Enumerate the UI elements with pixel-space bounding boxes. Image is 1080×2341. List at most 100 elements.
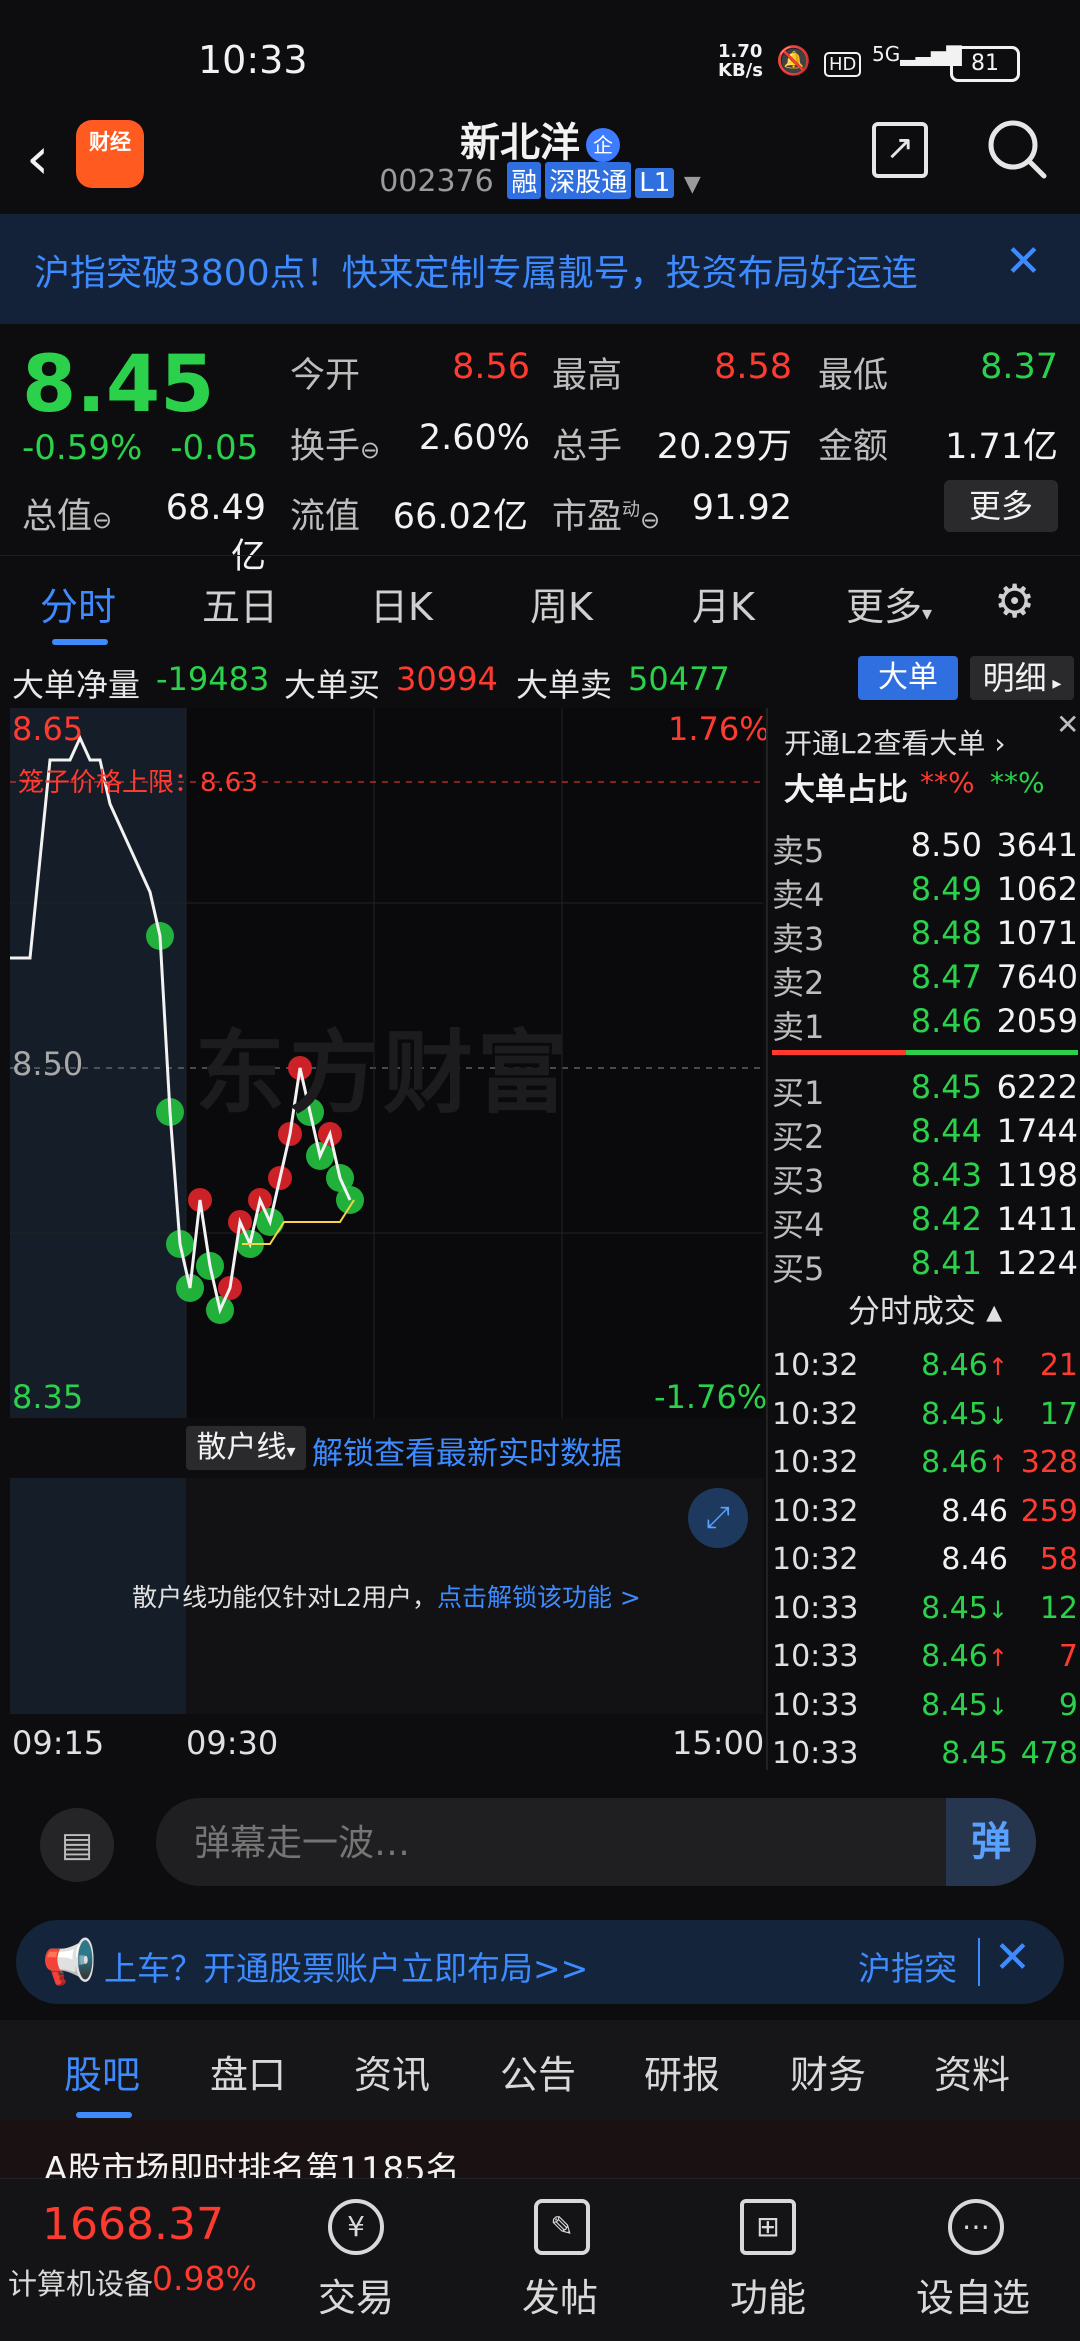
- promo-banner[interactable]: 沪指突破3800点！快来定制专属靓号，投资布局好运连 ✕: [0, 214, 1080, 324]
- y-label-bottom: 8.35: [12, 1378, 84, 1416]
- bid-row[interactable]: 买2 8.44 1744: [772, 1112, 1078, 1156]
- tab-financials[interactable]: 财务: [790, 2044, 866, 2099]
- ask-ratio-bar: [772, 1050, 906, 1055]
- post-icon[interactable]: ✎: [534, 2199, 590, 2255]
- tab-underline: [76, 2112, 132, 2118]
- tag-margin: 融: [507, 162, 542, 199]
- big-order-ratio-label: 大单占比: [784, 772, 908, 808]
- tick-row: 10:33 8.45↓ 12: [772, 1590, 1078, 1626]
- label-mktcap: 总值⊖: [22, 497, 113, 537]
- value-turnover: 2.60%: [418, 418, 530, 458]
- value-amount: 1.71亿: [945, 427, 1058, 467]
- chart-period-tabs: 分时 五日 日K 周K 月K 更多▾ ⚙: [0, 555, 1080, 651]
- bid-row[interactable]: 买5 8.41 1224: [772, 1244, 1078, 1288]
- bid-row[interactable]: 买3 8.43 1198: [772, 1156, 1078, 1200]
- value-high: 8.58: [714, 347, 792, 387]
- info-icon: ⊖: [92, 506, 113, 534]
- info-icon: ⊖: [360, 436, 381, 464]
- tick-row: 10:33 8.45↓ 9: [772, 1687, 1078, 1723]
- danmaku-input[interactable]: [192, 1814, 956, 1872]
- tag-level: L1: [635, 168, 675, 198]
- nav-add-watchlist[interactable]: 设自选: [916, 2267, 1030, 2322]
- tick-row: 10:32 8.45↓ 17: [772, 1396, 1078, 1432]
- tab-five-day[interactable]: 五日: [202, 576, 278, 631]
- tab-more[interactable]: 更多▾: [846, 576, 932, 631]
- bid-row[interactable]: 买1 8.45 6222: [772, 1068, 1078, 1112]
- tab-monthly-k[interactable]: 月K: [692, 576, 755, 631]
- apps-grid-icon[interactable]: ⊞: [740, 2199, 796, 2255]
- chevron-down-icon: ▼: [683, 172, 701, 197]
- info-icon: ⊖: [640, 506, 661, 534]
- caret-up-icon: ▴: [975, 1292, 1003, 1330]
- tab-research[interactable]: 研报: [644, 2044, 720, 2099]
- detail-button[interactable]: 明细 ▸: [970, 656, 1074, 700]
- nav-functions[interactable]: 功能: [730, 2267, 806, 2322]
- ask-row[interactable]: 卖4 8.49 1062: [772, 870, 1078, 914]
- gear-icon[interactable]: ⚙: [994, 574, 1035, 628]
- time-label-open: 09:30: [186, 1724, 279, 1762]
- value-float: 66.02亿: [392, 497, 528, 537]
- danmaku-settings-icon[interactable]: ▤: [40, 1808, 114, 1882]
- big-order-buy-ratio: **%: [920, 766, 975, 799]
- watermark: 东方财富: [195, 1021, 571, 1126]
- hd-icon: HD: [824, 52, 862, 77]
- tab-news[interactable]: 资讯: [354, 2044, 430, 2099]
- danmaku-send-button[interactable]: 弹: [946, 1798, 1036, 1886]
- price-cage-label: 笼子价格上限：8.63: [18, 768, 258, 798]
- ticks-title[interactable]: 分时成交 ▴: [768, 1286, 1080, 1332]
- time-label-close: 15:00: [672, 1724, 765, 1762]
- ask-row[interactable]: 卖1 8.46 2059: [772, 1002, 1078, 1046]
- search-icon[interactable]: [986, 118, 1048, 180]
- unlock-realtime-link[interactable]: 解锁查看最新实时数据: [312, 1428, 622, 1473]
- tab-market-depth[interactable]: 盘口: [210, 2044, 286, 2099]
- tab-daily-k[interactable]: 日K: [370, 576, 433, 631]
- more-dots-icon[interactable]: ⋯: [948, 2199, 1004, 2255]
- tick-row: 10:32 8.46↑ 328: [772, 1445, 1078, 1480]
- nav-post[interactable]: 发帖: [522, 2267, 598, 2322]
- ask-row[interactable]: 卖2 8.47 7640: [772, 958, 1078, 1002]
- l2-big-order-link[interactable]: 开通L2查看大单 ›: [784, 722, 1006, 762]
- tab-announcements[interactable]: 公告: [500, 2044, 576, 2099]
- status-bar: 10:33 1.70 KB/s 🔕 HD 5G▂▃▅▇ 81: [0, 0, 1080, 110]
- tab-intraday[interactable]: 分时: [40, 576, 116, 631]
- nav-trade[interactable]: 交易: [318, 2267, 394, 2322]
- account-ad-bar[interactable]: 📢 上车？开通股票账户立即布局>> 沪指突 ✕: [16, 1920, 1064, 2004]
- close-icon[interactable]: ✕: [994, 1932, 1031, 1983]
- ask-row[interactable]: 卖3 8.48 1071: [772, 914, 1078, 958]
- tab-profile[interactable]: 资料: [934, 2044, 1010, 2099]
- pct-label-top: 1.76%: [668, 710, 770, 748]
- retail-line-dropdown[interactable]: 散户线▾: [186, 1426, 306, 1470]
- close-icon[interactable]: ✕: [1056, 708, 1079, 741]
- label-pe: 市盈动⊖: [552, 497, 661, 537]
- tab-weekly-k[interactable]: 周K: [530, 576, 593, 631]
- pct-label-bottom: -1.76%: [654, 1378, 768, 1416]
- trade-icon[interactable]: ¥: [328, 2199, 384, 2255]
- label-open: 今开: [290, 356, 361, 396]
- tag-shenzhen-connect: 深股通: [545, 162, 632, 199]
- expand-icon[interactable]: ⤢: [688, 1488, 748, 1548]
- top-header: ‹ 财经 新北洋企 002376 融深股通 L1 ▼ ↗: [0, 110, 1080, 212]
- danmaku-input-box[interactable]: [156, 1798, 1036, 1886]
- value-low: 8.37: [980, 347, 1058, 387]
- share-icon[interactable]: ↗: [872, 122, 928, 178]
- bid-ratio-bar: [906, 1050, 1078, 1055]
- big-order-sell-ratio: **%: [990, 766, 1045, 799]
- tab-forum[interactable]: 股吧: [64, 2044, 140, 2099]
- value-volume: 20.29万: [656, 427, 792, 467]
- value-pe: 91.92: [691, 488, 792, 528]
- big-order-bar: 大单净量 -19483 大单买 30994 大单卖 50477 大单 明细 ▸: [0, 652, 1080, 708]
- label-low: 最低: [818, 356, 889, 396]
- big-order-button[interactable]: 大单: [858, 656, 958, 700]
- more-quote-button[interactable]: 更多: [944, 480, 1058, 532]
- divider: [978, 1938, 980, 1986]
- sector-index-value[interactable]: 1668.37: [42, 2199, 224, 2250]
- megaphone-icon: 📢: [42, 1937, 97, 1988]
- ad-text-secondary: 沪指突: [858, 1949, 957, 1988]
- order-book-panel: 开通L2查看大单 › ✕ 大单占比 **% **% 卖5 8.50 3641 卖4 8.…: [766, 708, 1080, 1771]
- close-icon[interactable]: ✕: [1005, 236, 1042, 287]
- caret-down-icon: ▾: [922, 601, 933, 625]
- enterprise-badge-icon: 企: [586, 128, 620, 162]
- bid-row[interactable]: 买4 8.42 1411: [772, 1200, 1078, 1244]
- ask-row[interactable]: 卖5 8.50 3641: [772, 826, 1078, 870]
- unlock-feature-link[interactable]: 点击解锁该功能 >: [437, 1583, 641, 1612]
